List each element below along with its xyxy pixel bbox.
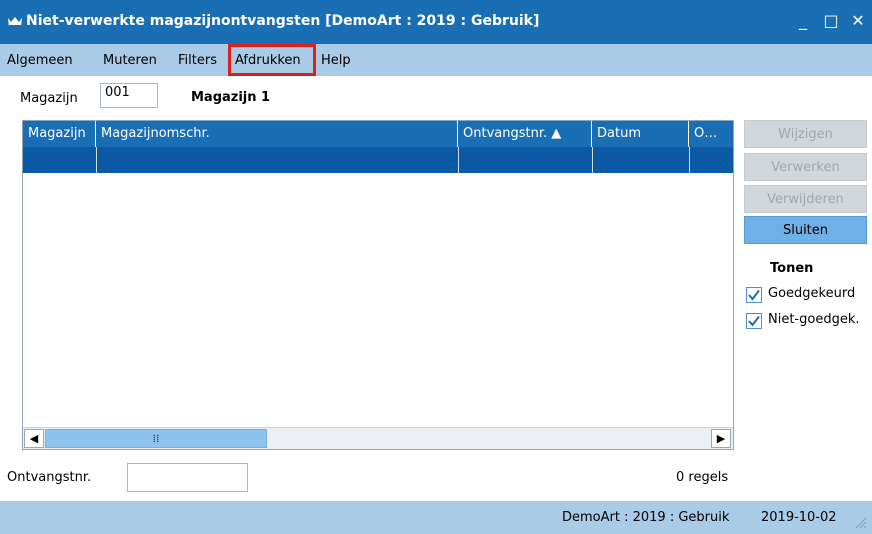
tonen-heading: Tonen [770,261,814,276]
table-row[interactable] [23,147,733,173]
goedgekeurd-label[interactable]: Goedgekeurd [768,286,855,301]
horizontal-scrollbar[interactable]: ◀ ⁞⁞ ▶ [23,427,733,449]
menu-muteren[interactable]: Muteren [103,53,157,68]
verwijderen-button[interactable]: Verwijderen [744,185,867,213]
maximize-button[interactable]: □ [820,10,842,32]
row-separator [458,147,459,173]
wijzigen-button[interactable]: Wijzigen [744,120,867,148]
grid-header: Magazijn Magazijnomschr. Ontvangstnr. ▲ … [23,121,733,147]
menu-help[interactable]: Help [321,53,351,68]
column-ontvangstnr[interactable]: Ontvangstnr. ▲ [458,121,592,147]
status-context: DemoArt : 2019 : Gebruik [562,510,730,525]
row-separator [689,147,690,173]
column-o[interactable]: O… [689,121,733,147]
status-bar: DemoArt : 2019 : Gebruik 2019-10-02 [0,501,872,534]
goedgekeurd-checkbox[interactable] [746,287,762,303]
afdrukken-highlight-box [228,44,316,76]
title-bar: Niet-verwerkte magazijnontvangsten [Demo… [0,0,872,44]
scroll-right-icon[interactable]: ▶ [711,429,731,448]
magazijn-input[interactable]: 001 [100,83,158,108]
row-separator [96,147,97,173]
niet-goedgekeurd-checkbox[interactable] [746,313,762,329]
sluiten-button[interactable]: Sluiten [744,216,867,244]
ontvangstnr-label: Ontvangstnr. [7,470,92,485]
column-magazijn[interactable]: Magazijn [23,121,96,147]
checkmark-icon [748,289,760,301]
scroll-left-icon[interactable]: ◀ [24,429,44,448]
minimize-button[interactable]: _ [792,10,814,32]
magazijn-label: Magazijn [20,91,78,106]
scroll-thumb[interactable]: ⁞⁞ [45,429,267,448]
close-button[interactable]: ✕ [847,10,869,32]
regels-count: 0 regels [676,470,729,485]
ontvangstnr-input[interactable] [127,463,248,492]
menu-bar: Algemeen Muteren Filters Afdrukken Help [0,44,872,76]
niet-goedgekeurd-label[interactable]: Niet-goedgek. [768,312,860,327]
magazijn-name: Magazijn 1 [191,90,271,105]
column-datum[interactable]: Datum [592,121,689,147]
menu-algemeen[interactable]: Algemeen [7,53,73,68]
status-date: 2019-10-02 [761,510,837,525]
column-magazijnomschr[interactable]: Magazijnomschr. [96,121,458,147]
checkmark-icon [748,315,760,327]
ontvangsten-grid[interactable]: Magazijn Magazijnomschr. Ontvangstnr. ▲ … [22,120,734,450]
verwerken-button[interactable]: Verwerken [744,153,867,181]
window-title: Niet-verwerkte magazijnontvangsten [Demo… [26,13,540,29]
menu-filters[interactable]: Filters [178,53,217,68]
app-crown-icon [8,17,22,27]
row-separator [592,147,593,173]
resize-grip-icon[interactable] [853,515,867,529]
